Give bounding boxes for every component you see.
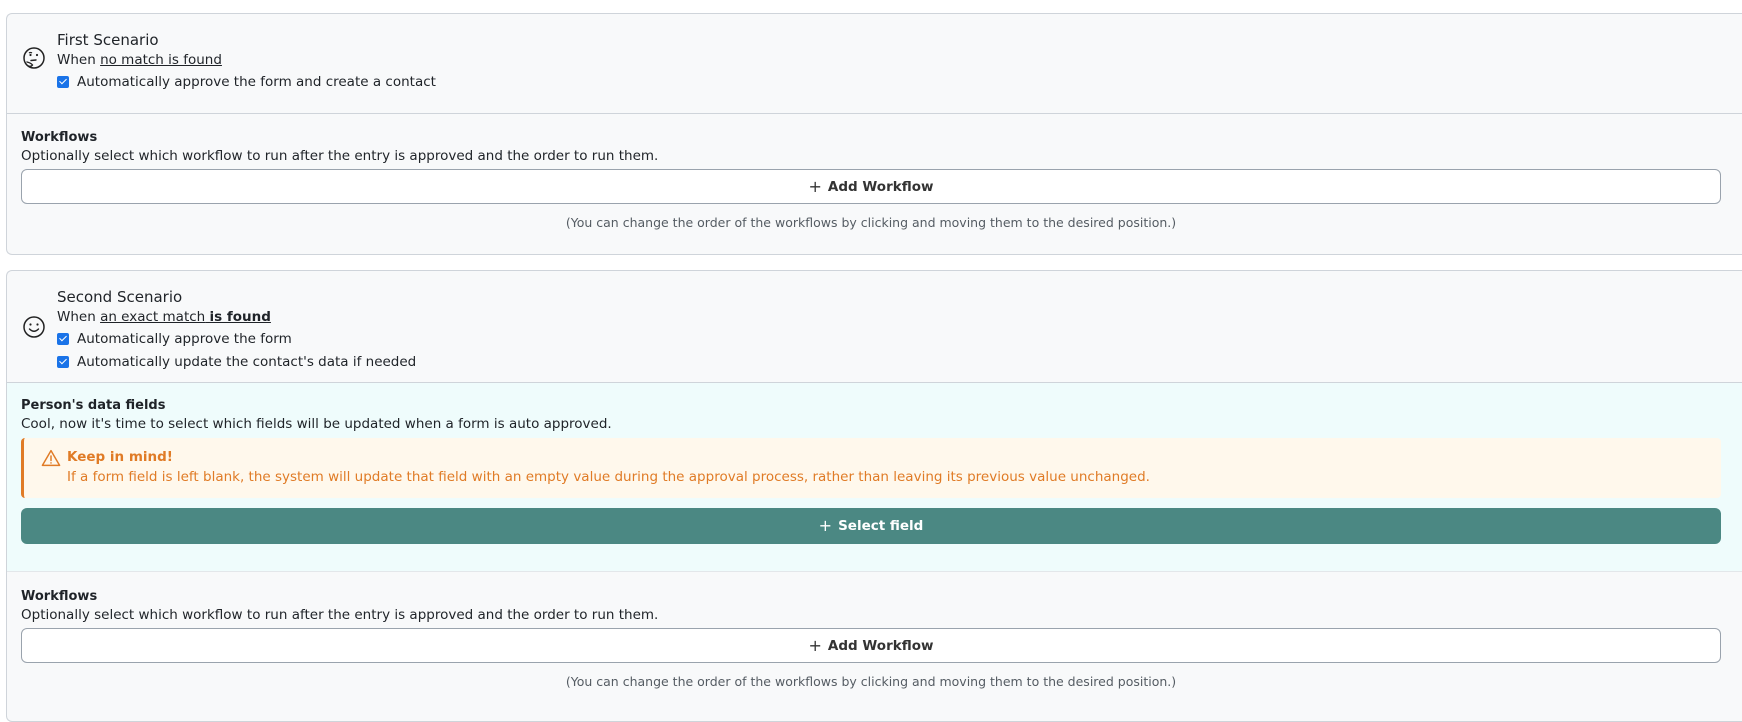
condition-emphasis: is found — [209, 309, 271, 325]
checkbox-label: Automatically approve the form and creat… — [77, 73, 436, 90]
smiling-face-icon — [23, 316, 45, 338]
auto-approve-create-checkbox[interactable]: Automatically approve the form and creat… — [57, 70, 1742, 93]
scenario-header: First Scenario When no match is found Au… — [7, 14, 1742, 113]
auto-approve-checkbox[interactable]: Automatically approve the form — [57, 327, 1742, 350]
checkbox-label: Automatically approve the form — [77, 330, 292, 347]
plus-icon: + — [818, 516, 833, 535]
section-title: Workflows — [21, 130, 98, 145]
condition-prefix: When — [57, 309, 101, 325]
alert-title: Keep in mind! — [67, 449, 173, 465]
second-scenario-card: Second Scenario When an exact match is f… — [6, 270, 1742, 722]
first-scenario-card: First Scenario When no match is found Au… — [6, 13, 1742, 255]
checkbox-checked-icon[interactable] — [57, 332, 69, 345]
workflow-order-hint: (You can change the order of the workflo… — [565, 215, 1177, 230]
section-description: Cool, now it's time to select which fiel… — [21, 416, 612, 432]
scenario-header: Second Scenario When an exact match is f… — [7, 271, 1742, 382]
plus-icon: + — [808, 176, 822, 196]
add-workflow-button[interactable]: + Add Workflow — [21, 169, 1721, 204]
button-label: Select field — [838, 518, 924, 534]
workflows-section: Workflows Optionally select which workfl… — [7, 114, 1742, 232]
section-title: Person's data fields — [21, 398, 166, 413]
add-workflow-button[interactable]: + Add Workflow — [21, 628, 1721, 663]
checkbox-label: Automatically update the contact's data … — [77, 353, 417, 370]
section-description: Optionally select which workflow to run … — [21, 607, 659, 623]
scenario-condition: When an exact match is found — [57, 307, 1742, 327]
condition-text: no match is found — [100, 52, 222, 68]
button-label: Add Workflow — [827, 637, 934, 654]
scenario-title: First Scenario — [57, 31, 159, 49]
person-data-fields-section: Person's data fields Cool, now it's time… — [7, 383, 1742, 571]
section-title: Workflows — [21, 589, 98, 604]
scenario-title: Second Scenario — [57, 288, 183, 306]
plus-icon: + — [808, 635, 822, 655]
condition-text: an exact match — [100, 309, 206, 325]
thinking-face-icon — [23, 47, 45, 69]
keep-in-mind-alert: Keep in mind! If a form field is left bl… — [21, 438, 1721, 498]
auto-update-contact-checkbox[interactable]: Automatically update the contact's data … — [57, 350, 1742, 373]
checkbox-checked-icon[interactable] — [57, 75, 69, 88]
scenario-condition: When no match is found — [57, 50, 1742, 70]
button-label: Add Workflow — [827, 178, 934, 195]
workflow-order-hint: (You can change the order of the workflo… — [565, 674, 1177, 689]
checkbox-checked-icon[interactable] — [57, 355, 69, 368]
select-field-button[interactable]: + Select field — [21, 508, 1721, 544]
condition-prefix: When — [57, 52, 101, 68]
section-description: Optionally select which workflow to run … — [21, 148, 659, 164]
alert-text: If a form field is left blank, the syste… — [67, 469, 1150, 485]
workflows-section: Workflows Optionally select which workfl… — [7, 572, 1742, 691]
warning-triangle-icon — [41, 449, 61, 467]
